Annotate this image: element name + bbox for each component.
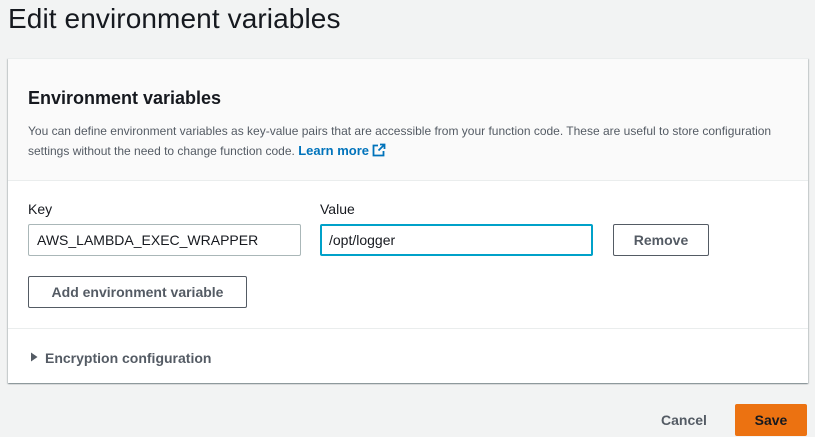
value-input[interactable] (320, 224, 593, 256)
panel-heading: Environment variables (28, 88, 222, 108)
add-environment-variable-button[interactable]: Add environment variable (28, 276, 247, 308)
section-divider (8, 328, 808, 329)
page-title: Edit environment variables (8, 3, 341, 34)
caret-right-icon (30, 349, 38, 367)
learn-more-link[interactable]: Learn more (298, 143, 386, 158)
save-button[interactable]: Save (735, 404, 807, 436)
encryption-configuration-toggle[interactable]: Encryption configuration (30, 349, 211, 367)
panel-description-text: You can define environment variables as … (28, 124, 772, 158)
remove-button[interactable]: Remove (613, 224, 709, 256)
panel-header: Environment variables You can define env… (8, 59, 808, 181)
learn-more-label: Learn more (298, 143, 370, 158)
value-label: Value (320, 201, 355, 217)
panel-description: You can define environment variables as … (28, 121, 798, 163)
external-link-icon (372, 143, 386, 163)
key-label: Key (28, 201, 53, 217)
key-input[interactable] (28, 224, 301, 256)
environment-variables-panel: Environment variables You can define env… (8, 58, 808, 383)
cancel-button[interactable]: Cancel (646, 405, 722, 435)
encryption-configuration-label: Encryption configuration (45, 350, 212, 366)
